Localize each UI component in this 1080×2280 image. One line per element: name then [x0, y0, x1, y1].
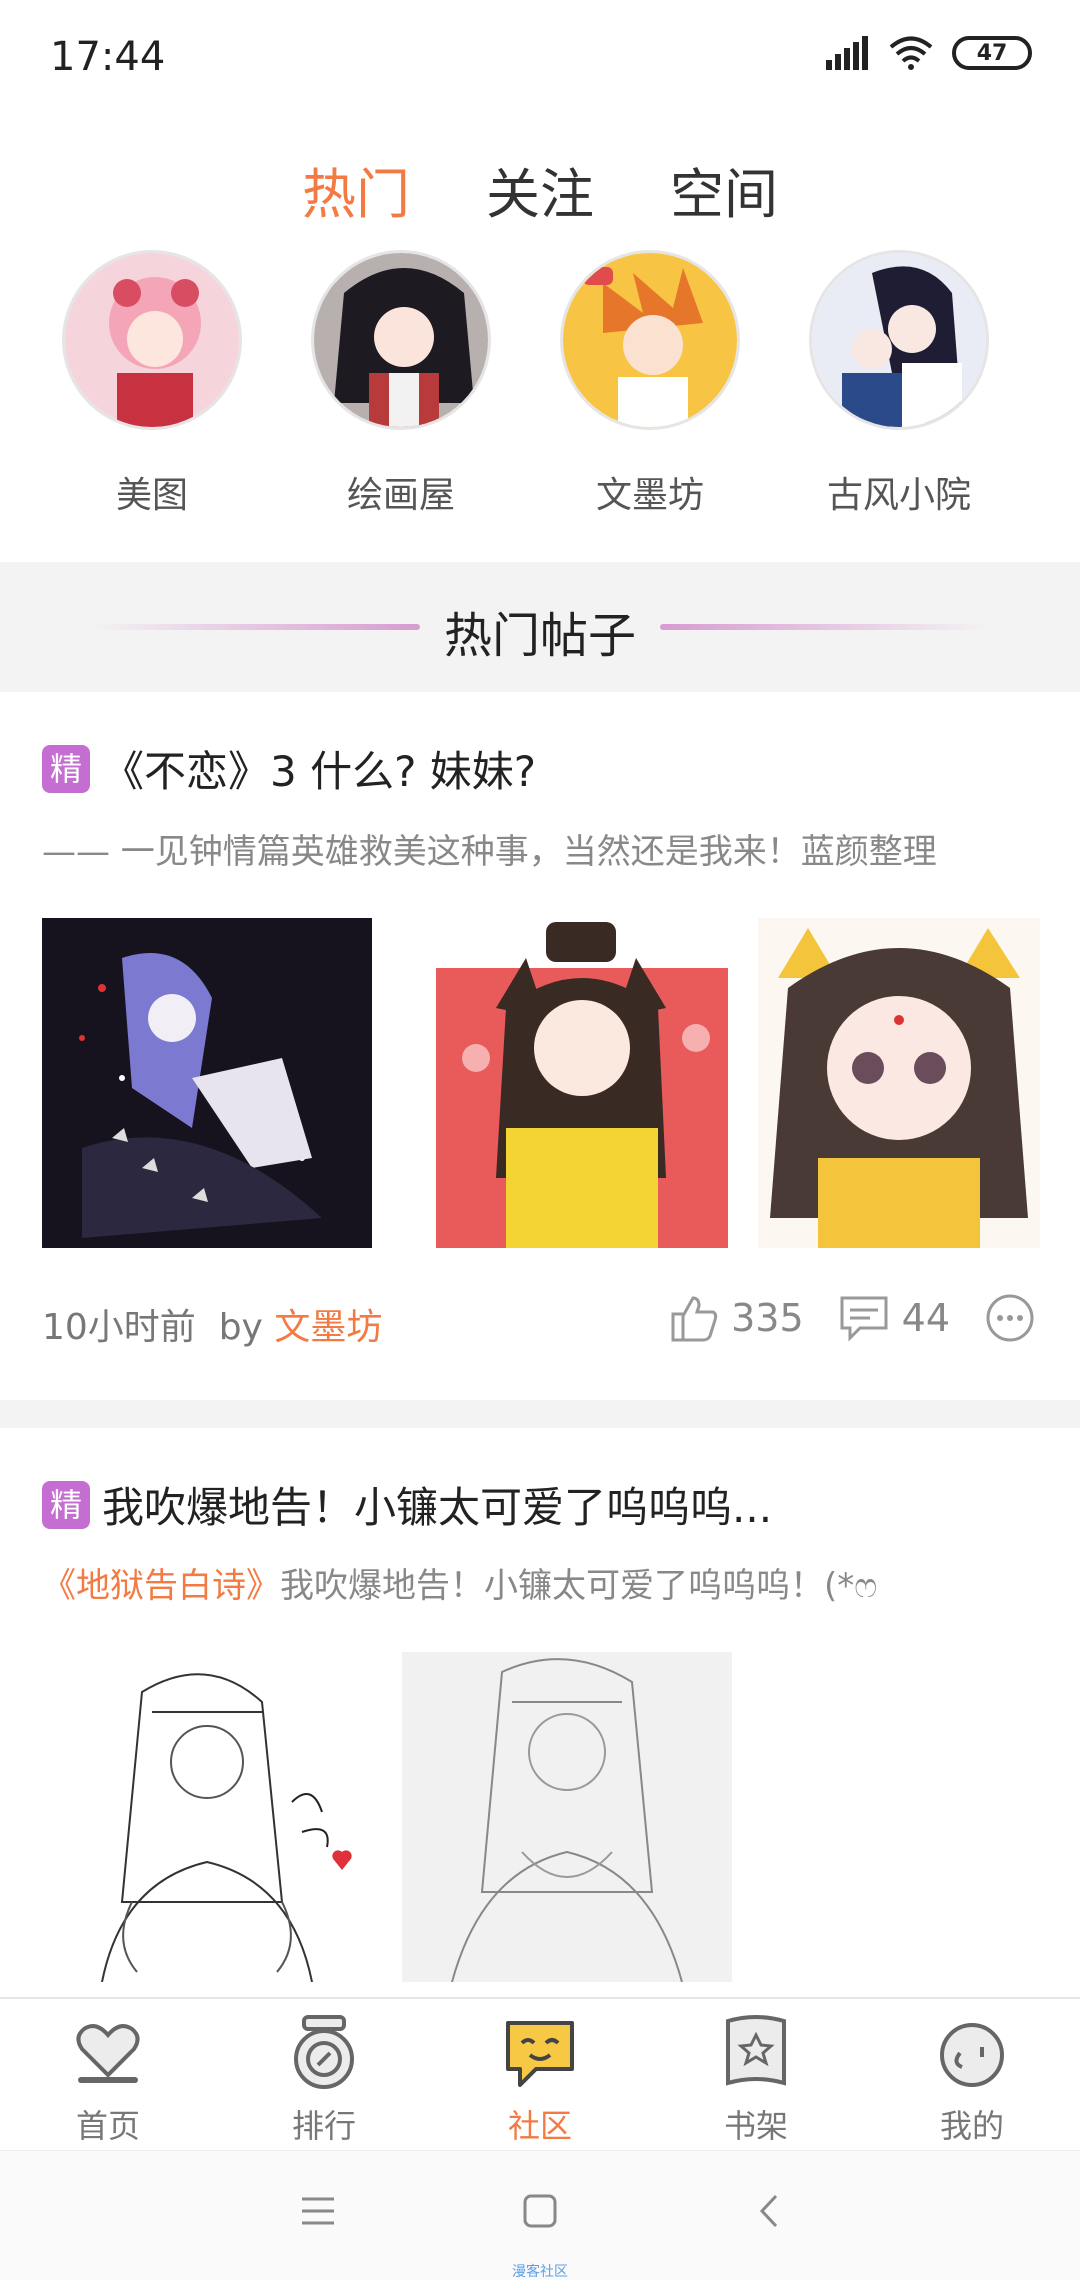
top-tabs: 热门 关注 空间	[0, 150, 1080, 295]
post-image[interactable]	[42, 1652, 372, 1982]
post-title: 《不恋》3 什么? 妹妹?	[102, 747, 537, 796]
decorative-line-right	[660, 624, 990, 630]
category-avatar	[809, 250, 989, 430]
status-icons: 47	[826, 36, 1032, 70]
tabbar-label: 我的	[939, 2107, 1004, 2145]
tabbar-label: 书架	[723, 2107, 788, 2145]
post-card[interactable]: 精 《不恋》3 什么? 妹妹? —— 一见钟情篇英雄救美这种事，当然还是我来！蓝…	[0, 692, 1080, 1400]
post-author[interactable]: 文墨坊	[274, 1307, 382, 1348]
signal-icon	[826, 36, 868, 70]
back-chevron-icon[interactable]	[752, 2193, 788, 2229]
category-label: 美图	[115, 475, 188, 516]
watermark-text: 漫客社区	[512, 2264, 568, 2280]
tab-space[interactable]: 空间	[670, 150, 778, 229]
post-divider	[0, 1400, 1080, 1428]
comment-count: 44	[901, 1296, 950, 1340]
chat-bubble-icon	[506, 2021, 574, 2087]
tab-hot[interactable]: 热门	[302, 150, 410, 295]
medal-icon	[294, 2015, 354, 2089]
tab-follow[interactable]: 关注	[486, 150, 594, 229]
category-meitu[interactable]: 美图	[62, 250, 242, 518]
tabbar-bookshelf[interactable]: 书架	[676, 2013, 836, 2147]
heart-home-icon	[76, 2024, 140, 2083]
post-summary-text: 我吹爆地告！小镰太可爱了呜呜呜！(*ෆ	[280, 1566, 878, 1606]
thumbs-up-icon	[671, 1296, 718, 1342]
menu-icon[interactable]	[300, 2193, 336, 2229]
tabbar-profile[interactable]: 我的	[892, 2013, 1052, 2147]
system-nav-bar: 漫客社区	[0, 2150, 1080, 2280]
post-summary: 《地狱告白诗》我吹爆地告！小镰太可爱了呜呜呜！(*ෆ	[42, 1558, 877, 1607]
category-avatar	[62, 250, 242, 430]
tabbar-rank[interactable]: 排行	[244, 2013, 404, 2147]
category-avatar	[560, 250, 740, 430]
post-images	[42, 918, 1040, 1248]
post-by: by	[218, 1307, 263, 1348]
category-label: 绘画屋	[346, 475, 455, 516]
section-title: 热门帖子	[443, 608, 636, 664]
post-image[interactable]	[758, 918, 1040, 1248]
tabbar-home[interactable]: 首页	[28, 2013, 188, 2147]
tab-space-label: 空间	[670, 163, 778, 226]
category-label: 文墨坊	[595, 475, 704, 516]
tabbar-label: 排行	[291, 2107, 356, 2145]
tabbar-label: 首页	[75, 2107, 140, 2145]
section-header: 热门帖子	[0, 562, 1080, 692]
comment-icon	[840, 1296, 888, 1342]
battery-level: 47	[976, 40, 1008, 66]
category-label: 古风小院	[826, 475, 971, 516]
post-title-row: 精 我吹爆地告！小镰太可爱了呜呜呜...	[42, 1474, 772, 1535]
post-image[interactable]	[436, 918, 728, 1248]
post-summary: —— 一见钟情篇英雄救美这种事，当然还是我来！蓝颜整理	[42, 832, 937, 872]
post-image[interactable]	[42, 918, 372, 1248]
category-painting-house[interactable]: 绘画屋	[311, 250, 491, 518]
like-count: 335	[731, 1296, 804, 1340]
category-ancient-courtyard[interactable]: 古风小院	[809, 250, 989, 518]
category-avatar	[311, 250, 491, 430]
like-button[interactable]: 335	[669, 1294, 804, 1342]
home-square-icon[interactable]	[522, 2193, 558, 2229]
post-image[interactable]	[402, 1652, 732, 1982]
status-bar: 17:44 47	[0, 0, 1080, 120]
post-images	[42, 1652, 732, 1982]
more-options-icon[interactable]	[984, 1292, 1036, 1344]
post-meta: 10小时前 by 文墨坊	[42, 1298, 382, 1350]
category-wenmo[interactable]: 文墨坊	[560, 250, 740, 518]
battery-icon: 47	[952, 36, 1032, 70]
wifi-icon	[889, 36, 933, 70]
tabbar-label: 社区	[507, 2107, 572, 2145]
book-link[interactable]: 《地狱告白诗》	[42, 1566, 280, 1606]
face-icon	[940, 2023, 1004, 2087]
community-screen: 17:44 47 热门 关注 空间 美图 绘画屋 文墨坊 古风小院 热门帖子 精…	[0, 0, 1080, 2280]
post-title: 我吹爆地告！小镰太可爱了呜呜呜...	[102, 1483, 773, 1532]
featured-badge: 精	[42, 744, 90, 793]
tab-hot-label: 热门	[302, 163, 410, 226]
post-card[interactable]: 精 我吹爆地告！小镰太可爱了呜呜呜... 《地狱告白诗》我吹爆地告！小镰太可爱了…	[0, 1428, 1080, 1998]
tab-follow-label: 关注	[486, 163, 594, 226]
book-icon	[726, 2015, 786, 2086]
bottom-tab-bar: 首页 排行 社区 书架 我的	[0, 1997, 1080, 2149]
post-time: 10小时前	[42, 1307, 196, 1348]
status-time: 17:44	[50, 34, 166, 80]
tabbar-community[interactable]: 社区	[460, 2013, 620, 2147]
post-actions: 335 44	[669, 1292, 1036, 1344]
comment-button[interactable]: 44	[838, 1294, 950, 1342]
post-title-row: 精 《不恋》3 什么? 妹妹?	[42, 738, 536, 799]
featured-badge: 精	[42, 1480, 90, 1529]
